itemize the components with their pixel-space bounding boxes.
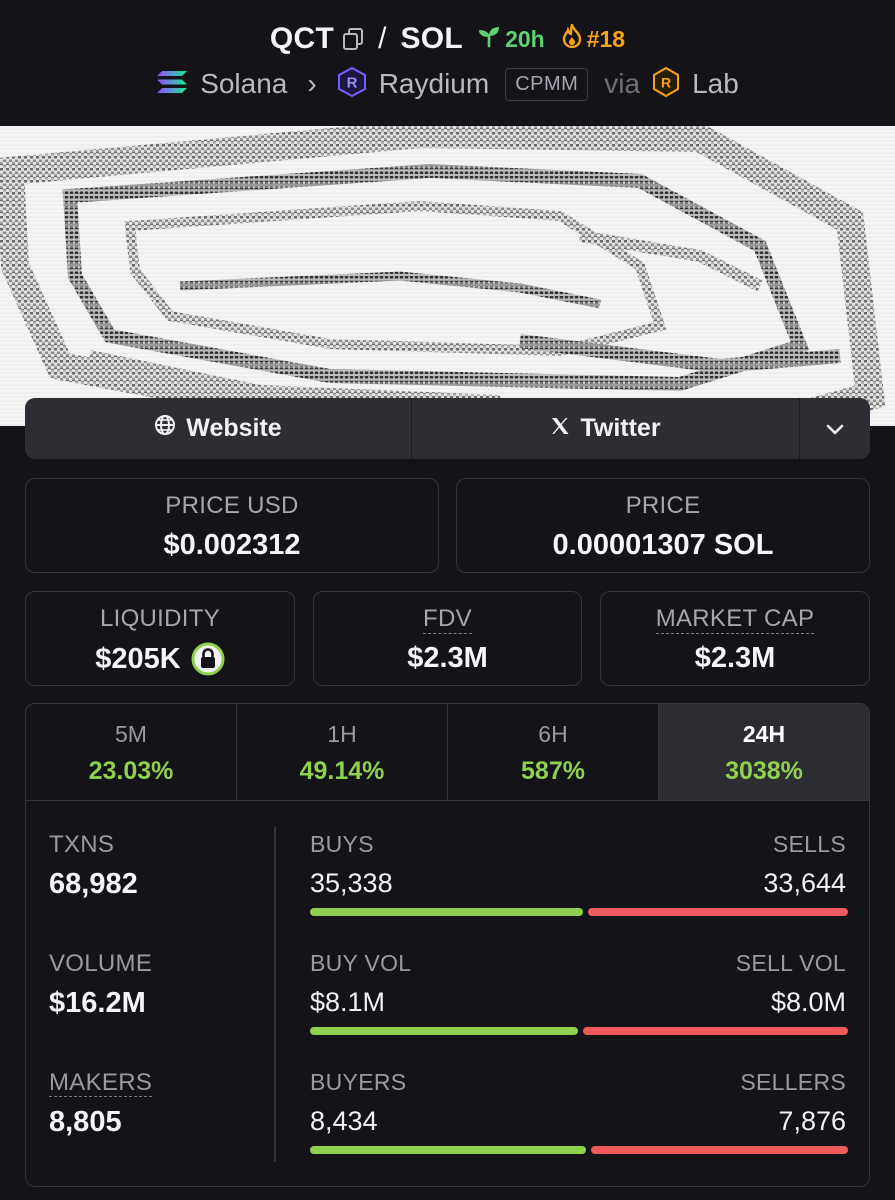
more-links-button[interactable]	[800, 398, 870, 459]
base-token-symbol[interactable]: QCT	[270, 22, 334, 56]
tab-label: 6H	[538, 721, 568, 747]
tab-label: 5M	[115, 721, 147, 747]
raydium-logo-icon: R	[337, 66, 367, 102]
makers-value: 8,805	[49, 1106, 122, 1138]
sells-label: SELLS	[772, 831, 846, 857]
tab-label: 24H	[742, 721, 786, 747]
sells-value: 33,644	[763, 868, 846, 898]
pair-age-badge: 20h	[477, 24, 545, 54]
tab-price-change: 23.03%	[88, 757, 174, 785]
timeframe-tabs: 5M 23.03% 1H 49.14% 6H 587% 24H 3038%	[26, 704, 869, 801]
sellers-bar-fill	[591, 1146, 848, 1154]
chevron-right-icon: ›	[307, 68, 317, 99]
twitter-label: Twitter	[580, 414, 661, 442]
tab-price-change: 3038%	[725, 757, 803, 785]
twitter-button[interactable]: Twitter	[412, 398, 800, 459]
price-native-card: PRICE 0.00001307 SOL	[456, 478, 870, 573]
tab-price-change: 587%	[521, 757, 585, 785]
via-label: via	[604, 68, 641, 99]
txns-label: TXNS	[49, 831, 115, 858]
sell-vol-value: $8.0M	[770, 987, 846, 1017]
svg-text:R: R	[661, 74, 671, 90]
market-cap-value: $2.3M	[694, 642, 776, 674]
price-native-label: PRICE	[625, 492, 701, 519]
sell-vol-bar-fill	[583, 1027, 848, 1035]
buy-vol-bar-fill	[310, 1027, 578, 1035]
tab-1h[interactable]: 1H 49.14%	[237, 704, 448, 800]
price-native-value: 0.00001307 SOL	[552, 529, 774, 561]
launchpad-logo-icon: R	[652, 66, 680, 102]
buys-sells-bar	[310, 908, 848, 916]
pair-age-text: 20h	[505, 25, 545, 52]
trading-stats-panel: 5M 23.03% 1H 49.14% 6H 587% 24H 3038% TX…	[25, 703, 870, 1187]
sells-bar-fill	[588, 908, 848, 916]
tab-price-change: 49.14%	[299, 757, 385, 785]
trending-rank-badge[interactable]: #18	[561, 20, 626, 54]
buys-label: BUYS	[310, 831, 374, 857]
fdv-value: $2.3M	[407, 642, 488, 674]
buyers-sellers-bar	[310, 1146, 848, 1154]
lock-icon[interactable]	[191, 642, 225, 676]
volume-split-bar	[310, 1027, 848, 1035]
tab-5m[interactable]: 5M 23.03%	[26, 704, 237, 800]
buy-vol-label: BUY VOL	[310, 950, 412, 976]
pair-separator: /	[378, 22, 387, 55]
buys-bar-fill	[310, 908, 583, 916]
dex-name[interactable]: Raydium	[379, 68, 489, 100]
tab-24h[interactable]: 24H 3038%	[659, 704, 869, 800]
buyers-label: BUYERS	[310, 1069, 407, 1095]
pool-type-badge: CPMM	[505, 67, 589, 101]
website-button[interactable]: Website	[25, 398, 412, 459]
website-label: Website	[186, 414, 282, 442]
fdv-label[interactable]: FDV	[314, 605, 581, 634]
volume-value: $16.2M	[49, 987, 146, 1019]
tab-label: 1H	[327, 721, 357, 747]
pair-source-row: Solana › R Raydium CPMM via R Lab	[0, 64, 895, 104]
solana-logo-icon	[156, 69, 188, 100]
stats-grid: TXNS 68,982 VOLUME $16.2M MAKERS 8,805 B…	[26, 801, 869, 1186]
price-usd-card: PRICE USD $0.002312	[25, 478, 439, 573]
buyers-value: 8,434	[310, 1106, 378, 1136]
svg-text:R: R	[346, 74, 357, 91]
market-cap-label[interactable]: MARKET CAP	[601, 605, 869, 634]
sellers-label: SELLERS	[740, 1069, 846, 1095]
pair-header: QCT / SOL 20h #18 Solana › R Raydium CPM…	[0, 0, 895, 126]
stats-divider	[274, 827, 276, 1162]
price-usd-label: PRICE USD	[165, 492, 299, 519]
pair-title-row: QCT / SOL 20h #18	[0, 18, 895, 60]
trending-rank-text: #18	[586, 25, 626, 52]
liquidity-value-row: $205K	[26, 642, 294, 676]
seedling-icon	[477, 24, 501, 54]
copy-icon[interactable]	[342, 27, 364, 51]
fdv-card: FDV $2.3M	[313, 591, 582, 686]
sellers-value: 7,876	[778, 1106, 846, 1136]
social-links-bar: Website Twitter	[25, 398, 870, 459]
liquidity-label: LIQUIDITY	[99, 605, 221, 632]
quote-token-symbol: SOL	[400, 22, 464, 55]
liquidity-card: LIQUIDITY $205K	[25, 591, 295, 686]
token-banner-image	[0, 126, 895, 426]
globe-icon	[154, 414, 176, 443]
tab-6h[interactable]: 6H 587%	[448, 704, 659, 800]
makers-label[interactable]: MAKERS	[49, 1069, 153, 1097]
buy-vol-value: $8.1M	[310, 987, 386, 1017]
buyers-bar-fill	[310, 1146, 586, 1154]
liquidity-value: $205K	[95, 642, 181, 675]
sell-vol-label: SELL VOL	[735, 950, 846, 976]
txns-value: 68,982	[49, 868, 138, 900]
flame-icon	[561, 20, 583, 54]
launchpad-name[interactable]: Lab	[692, 68, 739, 100]
buys-value: 35,338	[310, 868, 393, 898]
volume-label: VOLUME	[49, 950, 153, 977]
price-usd-value: $0.002312	[163, 529, 301, 561]
market-cap-card: MARKET CAP $2.3M	[600, 591, 870, 686]
chain-name[interactable]: Solana	[200, 68, 287, 100]
x-logo-icon	[550, 414, 570, 443]
chevron-down-icon	[826, 414, 844, 443]
